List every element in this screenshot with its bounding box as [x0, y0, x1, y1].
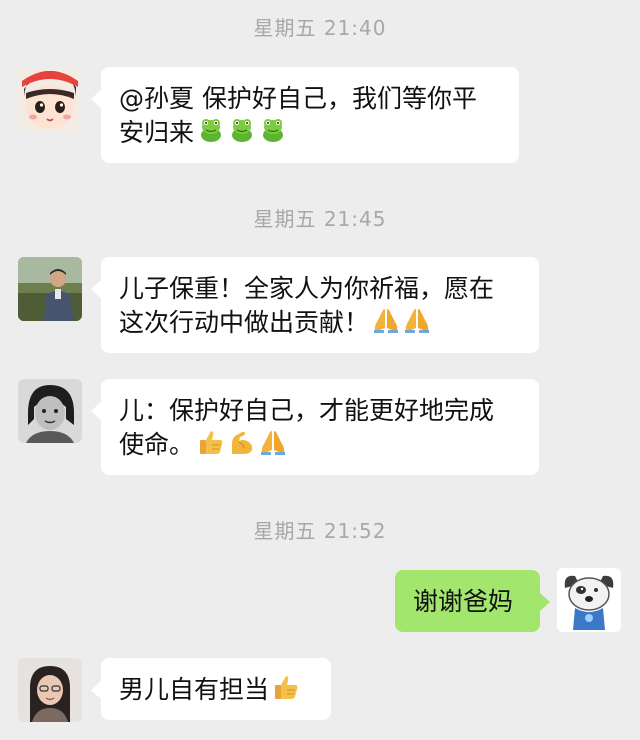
frog-icon: [259, 116, 287, 144]
pray-icon: [259, 428, 287, 456]
outgoing-message-bubble[interactable]: 谢谢爸妈: [395, 570, 550, 632]
message-text-line: 谢谢爸妈: [413, 587, 514, 616]
message-text-line: 安归来: [119, 116, 501, 150]
message-text-line: 使命。: [119, 428, 521, 462]
pray-icon: [372, 306, 400, 334]
message-bubble[interactable]: 儿：保护好自己，才能更好地完成 使命。: [91, 379, 539, 475]
avatar-cartoon-dog[interactable]: [557, 568, 621, 632]
message-bubble[interactable]: 儿子保重！全家人为你祈福，愿在 这次行动中做出贡献！: [91, 257, 539, 353]
message-text-line: 男儿自有担当: [119, 673, 313, 707]
avatar-man-photo[interactable]: [18, 257, 82, 321]
avatar-cartoon-girl[interactable]: [18, 67, 82, 131]
frog-icon: [197, 116, 225, 144]
frog-icon: [228, 116, 256, 144]
message-bubble[interactable]: 男儿自有担当: [91, 658, 331, 720]
message-text-line: @孙夏 保护好自己，我们等你平: [119, 84, 477, 113]
thumbs-up-icon: [197, 428, 225, 456]
message-text-line: 儿子保重！全家人为你祈福，愿在: [119, 274, 495, 303]
message-text-line: 儿：保护好自己，才能更好地完成: [119, 396, 495, 425]
avatar-woman-photo[interactable]: [18, 379, 82, 443]
thumbs-up-icon: [272, 673, 300, 701]
message-text-line: 这次行动中做出贡献！: [119, 306, 521, 340]
flexed-arm-icon: [228, 428, 256, 456]
timestamp: 星期五 21:45: [253, 207, 387, 231]
message-bubble[interactable]: @孙夏 保护好自己，我们等你平 安归来: [91, 67, 519, 163]
timestamp: 星期五 21:52: [253, 519, 387, 543]
avatar-girl-photo[interactable]: [18, 658, 82, 722]
pray-icon: [403, 306, 431, 334]
timestamp: 星期五 21:40: [253, 16, 387, 40]
